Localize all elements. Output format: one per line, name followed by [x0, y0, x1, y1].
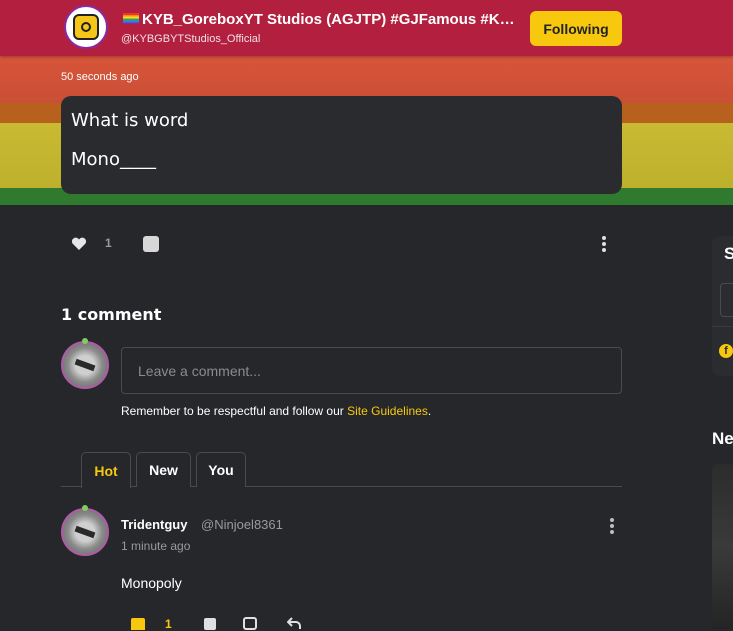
commenter-avatar[interactable]: [61, 505, 109, 556]
comments-count-heading: 1 comment: [61, 305, 162, 324]
post-text-line-2: Mono____: [71, 149, 156, 170]
comment-text: Monopoly: [121, 575, 182, 591]
heart-icon[interactable]: [71, 237, 87, 251]
channel-header: KYB_GoreboxYT Studios (AGJTP) #GJFamous …: [0, 0, 733, 56]
sidebar-section-heading: Ne: [712, 429, 733, 448]
facebook-icon[interactable]: f: [719, 344, 733, 358]
rainbow-flag-icon: [123, 13, 139, 24]
guidelines-text: Remember to be respectful and follow our: [121, 404, 348, 418]
sidebar-thumbnail[interactable]: [712, 464, 733, 629]
tab-hot[interactable]: Hot: [81, 452, 131, 488]
channel-handle[interactable]: @KYBGBYTStudios_Official: [121, 33, 260, 45]
post-more-options-icon[interactable]: [600, 236, 608, 252]
sidebar-share-input[interactable]: [720, 283, 733, 317]
comment-author[interactable]: Tridentguy: [121, 517, 187, 532]
channel-logo-icon: [73, 14, 99, 40]
like-count: 1: [105, 236, 112, 250]
tab-new[interactable]: New: [136, 452, 191, 487]
share-icon[interactable]: [143, 236, 159, 252]
following-button[interactable]: Following: [530, 11, 622, 46]
guidelines-period: .: [427, 404, 432, 418]
comment-time: 1 minute ago: [121, 539, 191, 553]
channel-avatar[interactable]: [64, 5, 108, 49]
thumbs-down-icon[interactable]: [204, 618, 216, 630]
reply-icon[interactable]: [287, 617, 301, 629]
comment-more-options-icon[interactable]: [608, 518, 616, 534]
current-user-avatar: [61, 338, 109, 389]
post-timestamp: 50 seconds ago: [61, 71, 139, 83]
guidelines-notice: Remember to be respectful and follow our…: [121, 404, 431, 418]
comment-author-handle[interactable]: @Ninjoel8361: [201, 517, 283, 532]
comment-input[interactable]: [121, 347, 622, 394]
post-content-card: What is word Mono____: [61, 96, 622, 194]
site-guidelines-link[interactable]: Site Guidelines: [347, 404, 428, 418]
channel-title-text: KYB_GoreboxYT Studios (AGJTP) #GJFamous …: [142, 11, 523, 28]
post-text-line-1: What is word: [71, 110, 189, 131]
sidebar-divider: [712, 326, 733, 327]
award-icon[interactable]: [243, 617, 257, 630]
sidebar-card-heading: S: [724, 244, 733, 263]
channel-title[interactable]: KYB_GoreboxYT Studios (AGJTP) #GJFamous …: [123, 11, 523, 28]
tab-you[interactable]: You: [196, 452, 246, 487]
comment-actions: 1: [0, 615, 733, 631]
thumbs-up-icon[interactable]: [131, 618, 145, 630]
